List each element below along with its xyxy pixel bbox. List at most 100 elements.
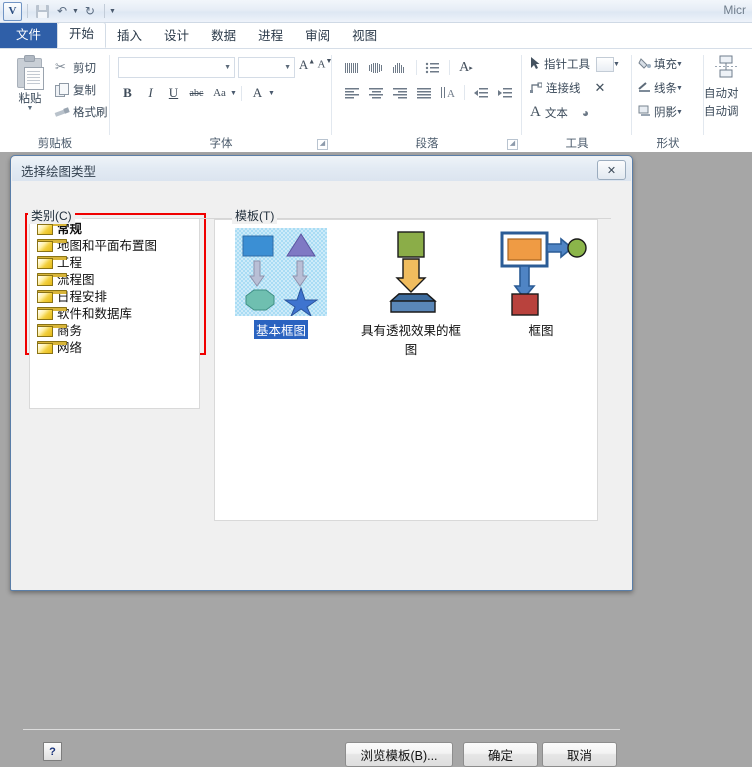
underline-button[interactable]: U <box>162 83 185 104</box>
undo-icon[interactable]: ↶ <box>53 2 71 20</box>
tab-review[interactable]: 审阅 <box>294 25 341 48</box>
align-right-icon[interactable] <box>388 82 412 103</box>
paragraph-dialog-launcher[interactable]: ◢ <box>507 139 518 150</box>
ribbon-group-font: ▼ ▼ A▲ A▼ B I U abc Aa ▼ A ▼ 字体 ◢ <box>110 49 332 152</box>
text-block-icon[interactable]: A ▸ <box>454 57 478 78</box>
shadow-label[interactable]: 阴影 <box>654 104 677 120</box>
font-divider <box>240 85 242 101</box>
text-label[interactable]: 文本 <box>545 105 568 121</box>
perspective-block-diagram-thumbnail[interactable] <box>365 228 457 316</box>
close-icon[interactable]: ✕ <box>597 160 626 180</box>
block-diagram-thumbnail[interactable] <box>495 228 587 316</box>
category-list[interactable]: 常规 地图和平面布置图 工程 流程图 日程安排 软件和数据库 商务 网络 <box>29 219 200 409</box>
pan-zoom-icon[interactable]: ◕ <box>582 106 589 120</box>
align-left-icon[interactable] <box>340 82 364 103</box>
copy-button[interactable]: 复制 <box>54 79 108 101</box>
vertical-center-icon[interactable] <box>364 57 388 78</box>
cut-label: 剪切 <box>73 63 96 75</box>
help-button[interactable]: ? <box>43 742 62 761</box>
template-list[interactable]: 基本框图 具有透视效果的框图 框图 <box>214 219 598 521</box>
tab-design[interactable]: 设计 <box>153 25 200 48</box>
list-item[interactable]: 流程图 <box>30 270 199 287</box>
bullet-list-icon[interactable] <box>421 57 445 78</box>
shadow-dropdown-icon[interactable]: ▼ <box>676 109 683 116</box>
chevron-down-icon[interactable]: ▼ <box>224 64 231 71</box>
font-color-dropdown-icon[interactable]: ▼ <box>268 90 275 97</box>
tab-file[interactable]: 文件 <box>0 23 58 48</box>
vertical-bottom-icon[interactable] <box>388 57 412 78</box>
format-painter-button[interactable]: 格式刷 <box>54 101 108 123</box>
ribbon-group-tools: 指针工具 ▼ 连接线 ✕ A 文本 ◕ 工具 <box>522 49 632 152</box>
auto-align-icon[interactable] <box>714 55 738 84</box>
folder-icon <box>37 238 67 252</box>
align-center-icon[interactable] <box>364 82 388 103</box>
increase-indent-icon[interactable] <box>493 82 517 103</box>
list-item[interactable]: 软件和数据库 <box>30 304 199 321</box>
ok-button[interactable]: 确定 <box>463 742 538 767</box>
align-justify-icon[interactable] <box>412 82 436 103</box>
browse-templates-button[interactable]: 浏览模板(B)... <box>345 742 453 767</box>
customize-qat-icon[interactable]: ▼ <box>109 8 116 15</box>
fill-label[interactable]: 填充 <box>654 56 677 72</box>
font-name-input[interactable]: ▼ <box>118 57 235 78</box>
tab-insert[interactable]: 插入 <box>106 25 153 48</box>
template-item[interactable]: 具有透视效果的框图 <box>355 228 467 358</box>
list-item[interactable]: 工程 <box>30 253 199 270</box>
pointer-tool-label[interactable]: 指针工具 <box>544 56 590 72</box>
text-direction-icon[interactable] <box>340 57 364 78</box>
list-item[interactable]: 商务 <box>30 321 199 338</box>
line-icon <box>638 81 651 96</box>
strikethrough-button[interactable]: abc <box>185 83 208 104</box>
italic-button[interactable]: I <box>139 83 162 104</box>
paste-button[interactable]: 粘贴 ▼ <box>8 55 52 112</box>
bold-button[interactable]: B <box>116 83 139 104</box>
folder-icon <box>37 306 67 320</box>
tab-data[interactable]: 数据 <box>200 25 247 48</box>
template-item[interactable]: 基本框图 <box>225 228 337 358</box>
pointer-tool-dropdown-icon[interactable]: ▼ <box>613 61 620 68</box>
basic-block-diagram-thumbnail[interactable] <box>235 228 327 318</box>
redo-icon[interactable]: ↻ <box>81 2 99 20</box>
template-label[interactable]: 框图 <box>526 320 555 339</box>
template-item[interactable]: 框图 <box>485 228 597 358</box>
folder-icon <box>37 289 67 303</box>
footer-divider <box>23 729 620 730</box>
fill-dropdown-icon[interactable]: ▼ <box>676 61 683 68</box>
group-label-clipboard: 剪贴板 <box>37 138 73 150</box>
line-label[interactable]: 线条 <box>654 80 677 96</box>
undo-dropdown-icon[interactable]: ▼ <box>72 8 79 15</box>
font-dialog-launcher[interactable]: ◢ <box>317 139 328 150</box>
tab-process[interactable]: 进程 <box>247 25 294 48</box>
font-size-input[interactable]: ▼ <box>238 57 295 78</box>
auto-align-label[interactable]: 自动对 <box>704 85 752 101</box>
ribbon-group-paragraph: A ▸ A 段落 ◢ <box>332 49 522 152</box>
brush-icon <box>54 104 71 120</box>
format-painter-label: 格式刷 <box>73 107 108 119</box>
grow-font-button[interactable]: A▲ <box>298 57 316 76</box>
template-label[interactable]: 具有透视效果的框图 <box>355 320 467 358</box>
tab-home[interactable]: 开始 <box>57 22 107 48</box>
visio-logo-icon[interactable]: V <box>3 1 22 21</box>
template-label[interactable]: 基本框图 <box>253 320 308 339</box>
font-color-button[interactable]: A <box>246 83 269 104</box>
save-icon[interactable] <box>33 2 51 20</box>
list-item[interactable]: 日程安排 <box>30 287 199 304</box>
list-item[interactable]: 网络 <box>30 338 199 355</box>
tab-view[interactable]: 视图 <box>341 25 388 48</box>
change-case-dropdown-icon[interactable]: ▼ <box>230 90 237 97</box>
app-title: Micr <box>723 3 746 17</box>
chevron-down-icon[interactable]: ▼ <box>284 64 291 71</box>
line-dropdown-icon[interactable]: ▼ <box>676 85 683 92</box>
auto-size-label[interactable]: 自动调 <box>704 103 752 119</box>
cut-button[interactable]: 剪切 <box>54 57 108 79</box>
close-x-icon[interactable]: ✕ <box>595 80 606 96</box>
pointer-tool-gallery-icon[interactable] <box>596 56 614 72</box>
connector-label[interactable]: 连接线 <box>546 80 581 96</box>
decrease-indent-icon[interactable] <box>469 82 493 103</box>
paste-dropdown-icon[interactable]: ▼ <box>8 105 52 112</box>
line-spacing-icon[interactable]: A <box>436 82 460 103</box>
change-case-button[interactable]: Aa <box>208 83 231 104</box>
list-item[interactable]: 地图和平面布置图 <box>30 236 199 253</box>
copy-label: 复制 <box>73 85 96 97</box>
cancel-button[interactable]: 取消 <box>542 742 617 767</box>
